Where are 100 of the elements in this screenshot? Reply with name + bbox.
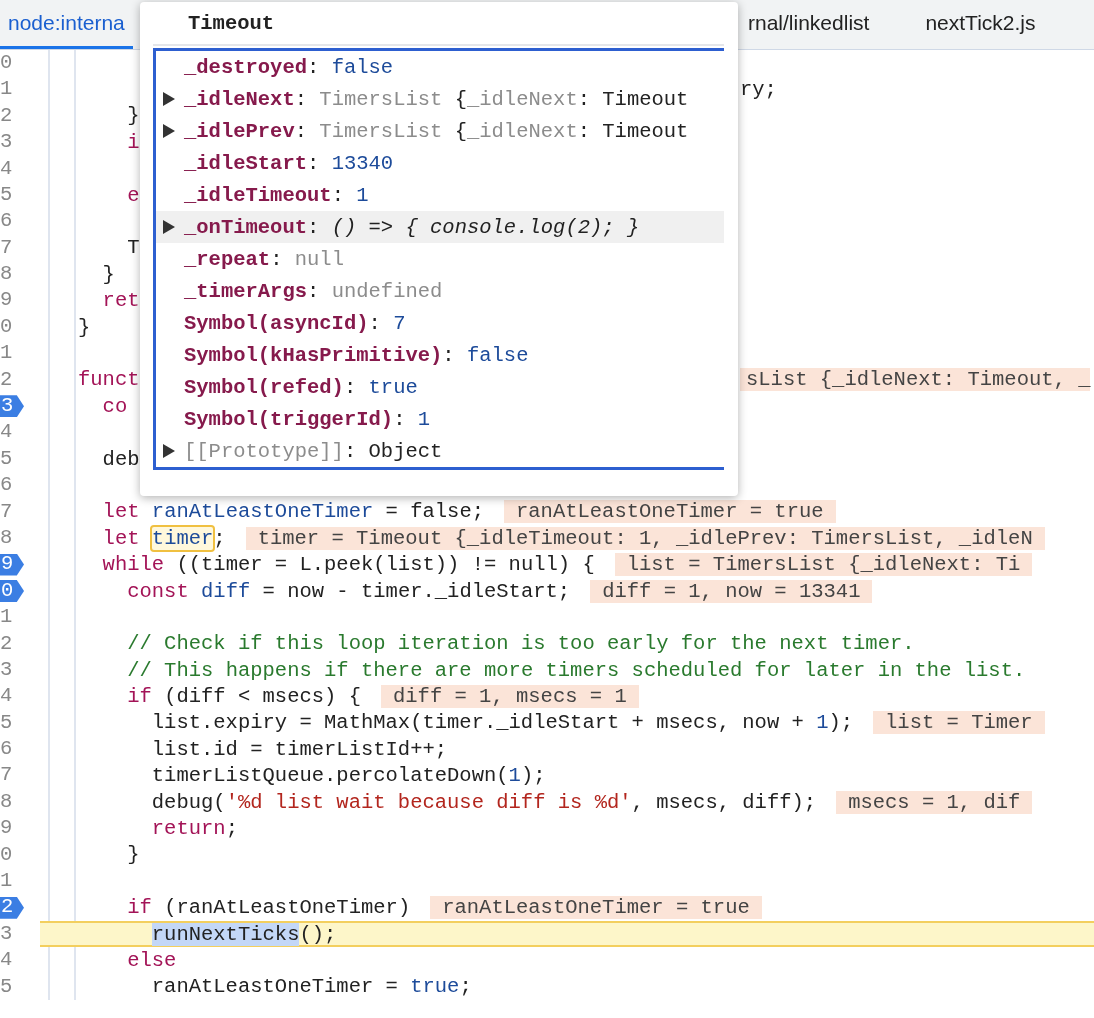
property-row[interactable]: _idleNext: TimersList {_idleNext: Timeout <box>156 83 724 115</box>
code-line: } <box>101 262 115 286</box>
line-number: 3 <box>0 132 13 153</box>
property-text: [[Prototype]]: Object <box>184 439 443 463</box>
expand-arrow-icon[interactable] <box>163 92 175 106</box>
line-number: 9 <box>0 818 13 839</box>
property-text: _timerArgs: undefined <box>184 279 443 303</box>
property-row[interactable]: _repeat: null <box>156 243 724 275</box>
line-number: 1 <box>0 79 13 100</box>
line-number: 3 <box>0 923 13 945</box>
expand-arrow-icon[interactable] <box>163 220 175 234</box>
property-text: Symbol(triggerId): 1 <box>184 407 431 431</box>
property-row[interactable]: _timerArgs: undefined <box>156 275 724 307</box>
property-row[interactable]: _onTimeout: () => { console.log(2); } <box>156 211 724 243</box>
line-number: 3 <box>0 659 13 681</box>
line-number: 5 <box>0 448 13 470</box>
property-row[interactable]: Symbol(kHasPrimitive): false <box>156 339 724 371</box>
code-line: co <box>101 394 128 418</box>
code-line: } <box>126 104 140 128</box>
property-row[interactable]: _idleTimeout: 1 <box>156 179 724 211</box>
property-text: Symbol(kHasPrimitive): false <box>184 343 529 367</box>
code-line: if (ranAtLeastOneTimer) <box>126 896 411 920</box>
code-line: ry; <box>740 78 777 102</box>
inline-value: sList {_idleNext: Timeout, _ <box>740 368 1091 392</box>
code-line: } <box>78 315 91 339</box>
code-line: list.id = timerListId++; <box>150 737 448 761</box>
code-line: while ((timer = L.peek(list)) != null) { <box>101 553 595 577</box>
file-tab[interactable]: rnal/linkedlist <box>740 0 878 49</box>
property-row[interactable]: Symbol(asyncId): 7 <box>156 307 724 339</box>
line-number: 1 <box>0 871 13 892</box>
property-row[interactable]: Symbol(refed): true <box>156 371 724 403</box>
code-line: T <box>126 236 140 260</box>
property-text: _idleTimeout: 1 <box>184 183 369 207</box>
inline-value: ranAtLeastOneTimer = true <box>504 500 836 524</box>
code-line: list.expiry = MathMax(timer._idleStart + msecs, now + 1); <box>150 711 854 735</box>
property-text: Symbol(refed): true <box>184 375 418 399</box>
property-row[interactable]: _idleStart: 13340 <box>156 147 724 179</box>
line-number: 6 <box>0 211 13 232</box>
line-number: 7 <box>0 237 13 259</box>
code-line: const diff = now - timer._idleStart; <box>126 579 571 603</box>
code-line: } <box>126 843 140 867</box>
code-line: else <box>126 948 177 972</box>
code-line: ranAtLeastOneTimer = true; <box>150 975 472 999</box>
breakpoint-marker[interactable]: 2 <box>0 896 24 919</box>
line-number: 1 <box>0 343 13 364</box>
property-text: _idleStart: 13340 <box>184 151 394 175</box>
line-number: 2 <box>0 633 13 655</box>
line-number: 1 <box>0 607 13 628</box>
expand-arrow-icon[interactable] <box>163 444 175 458</box>
inline-value: timer = Timeout {_idleTimeout: 1, _idlePrev: TimersList, _idleN <box>245 526 1045 550</box>
line-number: 8 <box>0 791 13 813</box>
inline-value: ranAtLeastOneTimer = true <box>430 896 762 920</box>
code-line: // Check if this loop iteration is too early for the next timer. <box>126 632 915 656</box>
code-line: debug('%d list wait because diff is %d', msecs, diff); <box>150 790 817 814</box>
line-number: 5 <box>0 712 13 734</box>
inline-value: msecs = 1, dif <box>836 790 1033 814</box>
property-text: _onTimeout: () => { console.log(2); } <box>184 215 640 239</box>
property-row[interactable]: _idlePrev: TimersList {_idleNext: Timeout <box>156 115 724 147</box>
breakpoint-marker[interactable]: 3 <box>0 395 24 418</box>
line-number: 4 <box>0 158 13 179</box>
property-text: Symbol(asyncId): 7 <box>184 311 406 335</box>
line-number: 2 <box>0 369 13 391</box>
inline-value: list = Timer <box>873 711 1045 735</box>
property-row[interactable]: Symbol(triggerId): 1 <box>156 403 724 435</box>
line-number: 6 <box>0 739 13 760</box>
code-line: i <box>126 130 140 154</box>
code-line: // This happens if there are more timers scheduled for later in the list. <box>126 658 1026 682</box>
line-number: 5 <box>0 976 13 998</box>
line-number: 4 <box>0 686 13 707</box>
code-line: e <box>126 183 140 207</box>
line-number: 8 <box>0 527 13 549</box>
file-tab[interactable]: nextTick2.js <box>917 0 1044 49</box>
line-number: 0 <box>0 844 13 866</box>
line-number: 7 <box>0 501 13 523</box>
property-text: _repeat: null <box>184 247 344 271</box>
property-text: _idleNext: TimersList {_idleNext: Timeout <box>184 87 689 111</box>
line-number: 2 <box>0 105 13 127</box>
line-number: 5 <box>0 184 13 206</box>
line-number: 7 <box>0 765 13 786</box>
line-number: 4 <box>0 950 13 971</box>
line-number: 9 <box>0 290 13 311</box>
inline-value: diff = 1, now = 13341 <box>590 579 873 603</box>
property-text: _destroyed: false <box>184 55 394 79</box>
inline-value: diff = 1, msecs = 1 <box>381 685 639 709</box>
breakpoint-marker[interactable]: 0 <box>0 580 24 602</box>
line-number: 8 <box>0 264 13 285</box>
property-row[interactable]: [[Prototype]]: Object <box>156 435 724 467</box>
line-number: 0 <box>0 52 13 74</box>
code-line: ret <box>101 289 140 313</box>
popover-title: Timeout <box>153 2 724 46</box>
property-row[interactable]: _destroyed: false <box>156 51 724 83</box>
code-line: funct <box>78 368 140 392</box>
line-number: 4 <box>0 422 13 443</box>
property-text: _idlePrev: TimersList {_idleNext: Timeout <box>184 119 689 143</box>
expand-arrow-icon[interactable] <box>163 124 175 138</box>
line-number: 6 <box>0 475 13 496</box>
code-line: return; <box>150 817 238 840</box>
breakpoint-marker[interactable]: 9 <box>0 553 24 576</box>
code-line: timerListQueue.percolateDown(1); <box>150 764 546 788</box>
inline-value: list = TimersList {_idleNext: Ti <box>614 553 1033 577</box>
